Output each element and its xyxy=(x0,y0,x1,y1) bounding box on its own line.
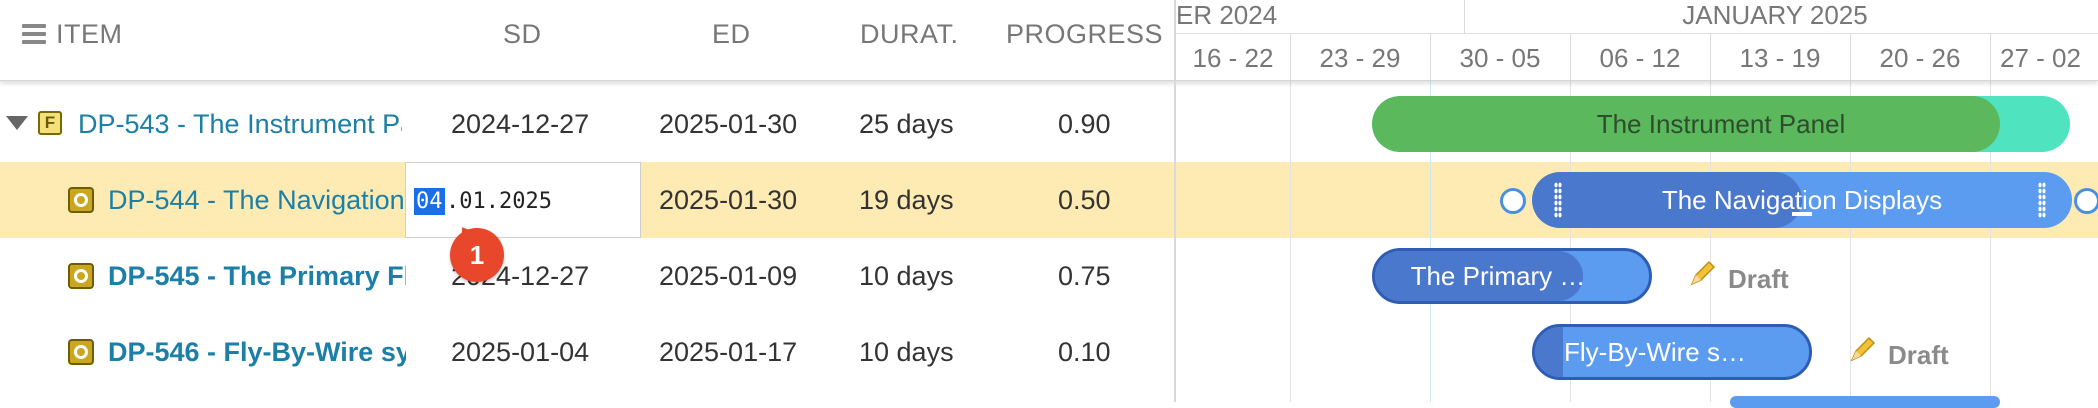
column-header-item[interactable]: ITEM xyxy=(56,19,123,50)
column-header-sd[interactable]: SD xyxy=(503,19,542,50)
duration[interactable]: 10 days xyxy=(859,238,954,314)
feature-type-icon: F xyxy=(38,111,62,135)
month-label: ER 2024 xyxy=(1176,0,1278,30)
column-header-duration[interactable]: DURAT. xyxy=(860,19,959,50)
progress[interactable]: 0.90 xyxy=(1058,86,1111,162)
gantt-task-bar-partial[interactable] xyxy=(1730,396,2000,408)
week-label: 16 - 22 xyxy=(1192,43,1274,73)
task-type-icon xyxy=(68,263,94,289)
column-header-ed[interactable]: ED xyxy=(712,19,751,50)
dependency-handle-end[interactable] xyxy=(2074,188,2098,214)
item-link[interactable]: DP-546 - Fly-By-Wire system xyxy=(108,314,406,390)
bar-label: The Navigation Displays xyxy=(1661,185,1943,215)
pencil-icon xyxy=(1690,260,1716,286)
duration[interactable]: 25 days xyxy=(859,86,954,162)
week-label: 13 - 19 xyxy=(1739,43,1821,73)
week-label: 06 - 12 xyxy=(1599,43,1681,73)
item-link[interactable]: DP-543 - The Instrument Panel xyxy=(78,86,402,162)
grid-header: ITEM SD ED DURAT. PROGRESS ER 2024 JANUA… xyxy=(0,0,2098,81)
date-segment-rest[interactable]: .01.2025 xyxy=(446,189,552,214)
progress[interactable]: 0.75 xyxy=(1058,238,1111,314)
bar-label: The Instrument Panel xyxy=(1596,109,1846,139)
week-label: 20 - 26 xyxy=(1879,43,1961,73)
item-link[interactable]: DP-544 - The Navigation Displays xyxy=(108,162,406,238)
progress[interactable]: 0.50 xyxy=(1058,162,1111,238)
duration[interactable]: 10 days xyxy=(859,314,954,390)
gantt-task-bar[interactable]: The Primary … xyxy=(1372,248,1652,304)
item-link[interactable]: DP-545 - The Primary Flight Display xyxy=(108,238,406,314)
bar-label: The Primary … xyxy=(1410,261,1586,291)
month-label: JANUARY 2025 xyxy=(1682,0,1868,30)
date-segment-selected[interactable]: 04 xyxy=(414,188,445,215)
week-label: 27 - 02 xyxy=(2000,43,2081,73)
end-date[interactable]: 2025-01-30 xyxy=(659,86,797,162)
week-label: 23 - 29 xyxy=(1319,43,1401,73)
duration[interactable]: 19 days xyxy=(859,162,954,238)
pencil-icon xyxy=(1850,336,1876,362)
gantt-task-bar-selected[interactable]: The Navigation Displays xyxy=(1532,172,2072,228)
start-date-editor[interactable]: 04 .01.2025 xyxy=(405,162,641,238)
week-label: 30 - 05 xyxy=(1459,43,1541,73)
end-date[interactable]: 2025-01-30 xyxy=(659,162,797,238)
pane-divider[interactable] xyxy=(1174,0,1176,402)
dependency-handle-start[interactable] xyxy=(1500,188,1526,214)
step-badge: 1 xyxy=(450,228,504,282)
end-date[interactable]: 2025-01-09 xyxy=(659,238,797,314)
start-date[interactable]: 2025-01-04 xyxy=(451,314,589,390)
column-header-progress[interactable]: PROGRESS xyxy=(1006,19,1163,50)
draft-status: Draft xyxy=(1728,264,1789,294)
gantt-task-bar[interactable]: Fly-By-Wire s… xyxy=(1532,324,1812,380)
task-type-icon xyxy=(68,339,94,365)
bar-label: Fly-By-Wire s… xyxy=(1564,337,1746,367)
progress[interactable]: 0.10 xyxy=(1058,314,1111,390)
draft-status: Draft xyxy=(1888,340,1949,370)
start-date[interactable]: 2024-12-27 xyxy=(451,86,589,162)
menu-icon[interactable] xyxy=(22,24,46,44)
task-type-icon xyxy=(68,187,94,213)
gantt-summary-bar[interactable]: The Instrument Panel xyxy=(1372,96,2070,152)
end-date[interactable]: 2025-01-17 xyxy=(659,314,797,390)
collapse-caret-icon[interactable] xyxy=(6,116,28,132)
